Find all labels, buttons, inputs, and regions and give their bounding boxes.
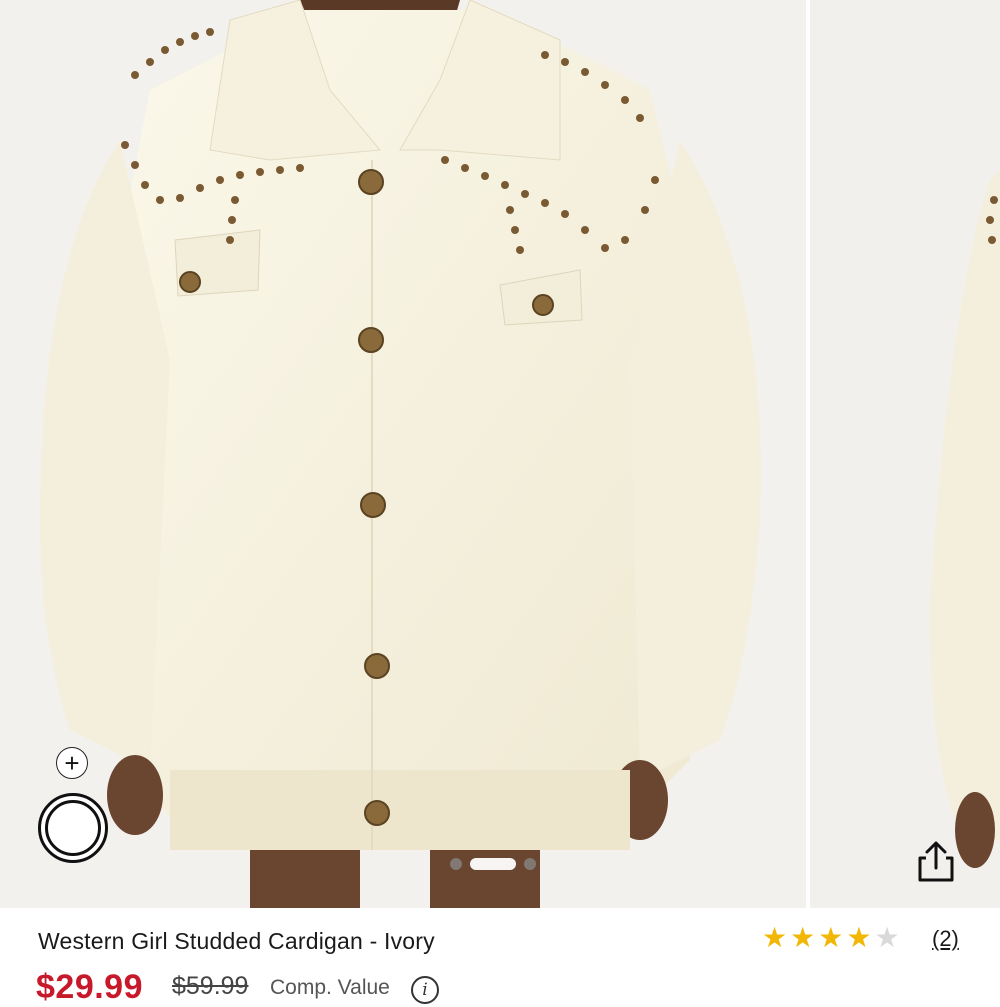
sale-price: $29.99 (36, 968, 143, 1006)
color-swatch-selected[interactable] (38, 793, 108, 863)
carousel-dot[interactable] (450, 858, 462, 870)
product-title: Western Girl Studded Cardigan - Ivory (38, 928, 435, 954)
cardigan-photo (40, 0, 761, 908)
share-icon (918, 841, 954, 882)
cardigan-photo-next (929, 170, 1000, 868)
product-image-next[interactable] (810, 0, 1000, 908)
add-to-favorites-button[interactable]: + (56, 747, 88, 779)
star-icon: ★ (846, 922, 872, 953)
review-count-link[interactable]: (2) (932, 926, 959, 952)
carousel-dots (450, 858, 536, 870)
plus-icon: + (64, 748, 80, 778)
original-price: $59.99 (172, 972, 249, 1000)
carousel-dot-active[interactable] (470, 858, 516, 870)
carousel-dot[interactable] (524, 858, 536, 870)
star-icon: ★ (790, 922, 816, 953)
star-icon-empty: ★ (874, 922, 900, 953)
star-icon: ★ (762, 922, 788, 953)
share-button[interactable] (908, 834, 964, 890)
product-info: Western Girl Studded Cardigan - Ivory ★ … (0, 908, 1000, 1006)
rating-stars[interactable]: ★ ★ ★ ★ ★ (762, 924, 900, 952)
product-image-main[interactable] (0, 0, 806, 908)
comp-value-label: Comp. Value (270, 976, 390, 999)
product-image-carousel[interactable]: + (0, 0, 1000, 908)
star-icon: ★ (818, 922, 844, 953)
